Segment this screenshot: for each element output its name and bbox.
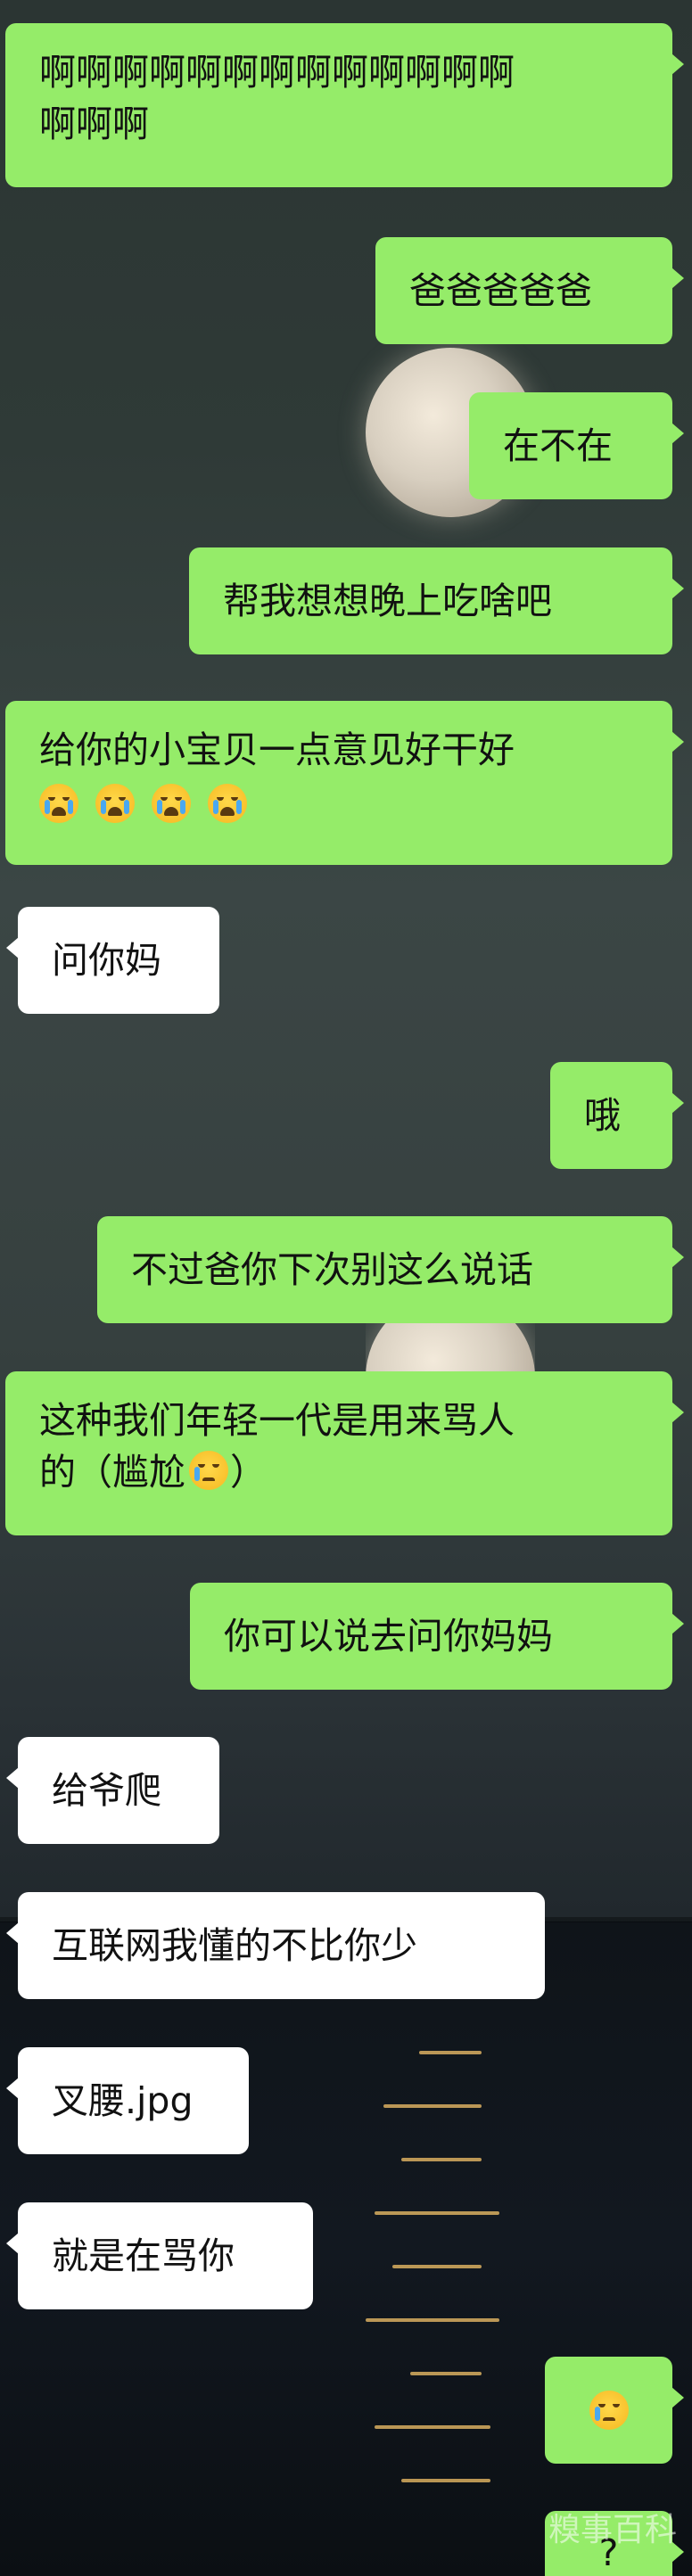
message-bubble-incoming[interactable]: 互联网我懂的不比你少: [6, 1892, 545, 1999]
message-text: 帮我想想晚上吃啥吧: [223, 580, 552, 622]
message-text: 哦: [584, 1094, 621, 1137]
watermark-text: 糗事百科: [548, 2512, 678, 2548]
message-text: ）: [230, 1451, 267, 1494]
message-bubble-incoming[interactable]: 就是在骂你: [6, 2202, 313, 2309]
loudly-crying-face-icon: [152, 784, 192, 823]
loudly-crying-face-icon: [208, 784, 248, 823]
message-bubble-outgoing[interactable]: 在不在: [469, 392, 684, 499]
water-glint: [392, 2265, 482, 2268]
message-bubble-outgoing[interactable]: 你可以说去问你妈妈: [190, 1583, 684, 1690]
message-text: 问你妈: [52, 939, 161, 982]
message-text: 爸爸爸爸爸: [409, 269, 592, 312]
emoji-row: [39, 779, 515, 831]
crying-face-icon: [589, 2391, 629, 2430]
crying-face-icon: [189, 1451, 228, 1490]
message-bubble-outgoing[interactable]: 哦: [550, 1062, 684, 1169]
water-glint: [401, 2479, 490, 2482]
water-glint: [366, 2318, 499, 2322]
water-glint: [375, 2425, 490, 2429]
water-glint: [419, 2051, 482, 2054]
message-bubble-incoming[interactable]: 给爷爬: [6, 1737, 219, 1844]
loudly-crying-face-icon: [39, 784, 78, 823]
message-bubble-outgoing[interactable]: [545, 2357, 684, 2464]
message-bubble-outgoing[interactable]: 不过爸你下次别这么说话: [97, 1216, 684, 1323]
water-glint: [401, 2158, 482, 2161]
loudly-crying-face-icon: [95, 784, 136, 823]
message-text: 啊啊啊啊啊啊啊啊啊啊啊啊啊 啊啊啊: [39, 51, 515, 145]
message-text: 给你的小宝贝一点意见好干好: [39, 728, 515, 771]
message-bubble-incoming[interactable]: 问你妈: [6, 907, 219, 1014]
message-text: 给爷爬: [52, 1769, 161, 1812]
message-bubble-incoming[interactable]: 叉腰.jpg: [6, 2047, 249, 2154]
message-bubble-outgoing[interactable]: 这种我们年轻一代是用来骂人 的（尴尬 ）: [5, 1371, 684, 1535]
message-text: 互联网我懂的不比你少: [52, 1924, 417, 1967]
message-text: 不过爸你下次别这么说话: [131, 1248, 533, 1291]
message-text: 就是在骂你: [52, 2234, 235, 2277]
message-text: 你可以说去问你妈妈: [224, 1615, 553, 1658]
message-bubble-outgoing[interactable]: 爸爸爸爸爸: [375, 237, 684, 344]
water-glint: [410, 2372, 482, 2375]
message-bubble-outgoing[interactable]: 帮我想想晚上吃啥吧: [189, 547, 684, 654]
message-bubble-outgoing[interactable]: 啊啊啊啊啊啊啊啊啊啊啊啊啊 啊啊啊: [5, 23, 684, 187]
water-glint: [375, 2211, 499, 2215]
message-text: 的（尴尬: [39, 1451, 185, 1494]
message-text: 在不在: [503, 424, 613, 467]
message-bubble-outgoing[interactable]: 给你的小宝贝一点意见好干好: [5, 701, 684, 865]
message-text-line: 的（尴尬 ）: [39, 1446, 515, 1498]
water-glint: [383, 2104, 482, 2108]
message-text: 叉腰.jpg: [52, 2079, 194, 2122]
message-text: 这种我们年轻一代是用来骂人: [39, 1399, 515, 1442]
chat-screen: 啊啊啊啊啊啊啊啊啊啊啊啊啊 啊啊啊 爸爸爸爸爸 在不在 帮我想想晚上吃啥吧 给你…: [0, 0, 692, 2576]
